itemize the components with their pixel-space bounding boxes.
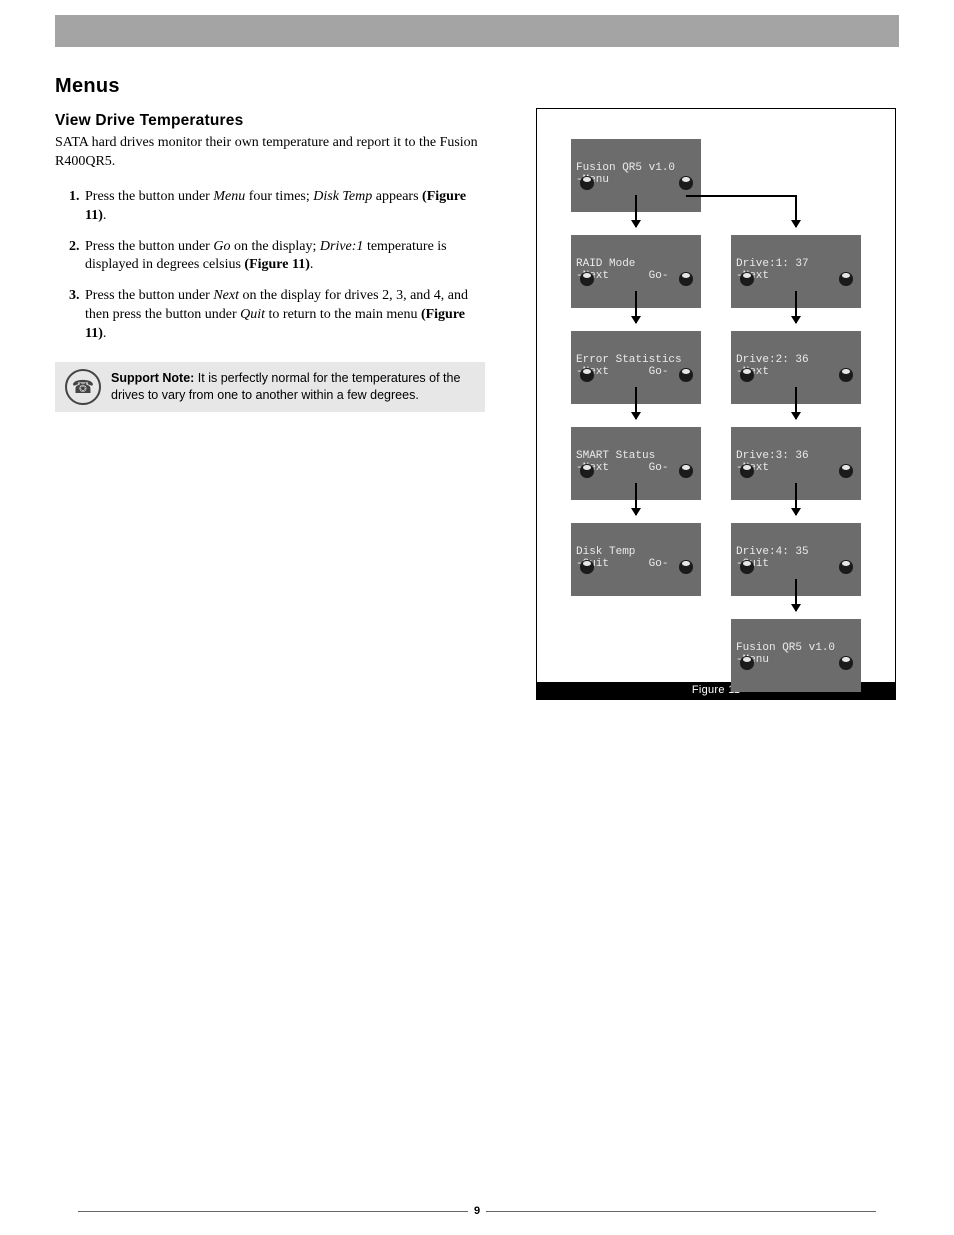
step-1: Press the button under Menu four times; … [83, 188, 485, 226]
button-icon [679, 464, 693, 478]
arrow-down-icon [795, 195, 797, 227]
arrow-down-icon [795, 387, 797, 419]
button-icon [740, 656, 754, 670]
button-icon [740, 560, 754, 574]
support-note: ☎ Support Note: It is perfectly normal f… [55, 362, 485, 412]
arrow-down-icon [635, 291, 637, 323]
button-icon [839, 560, 853, 574]
button-icon [580, 176, 594, 190]
button-icon [580, 464, 594, 478]
button-icon [580, 272, 594, 286]
button-icon [679, 176, 693, 190]
button-icon [580, 560, 594, 574]
header-bar [55, 15, 899, 47]
arrow-down-icon [635, 483, 637, 515]
button-icon [839, 368, 853, 382]
button-icon [679, 272, 693, 286]
heading-main: Menus [55, 75, 485, 98]
arrow-down-icon [635, 195, 637, 227]
arrow-down-icon [795, 291, 797, 323]
step-3: Press the button under Next on the displ… [83, 287, 485, 344]
figure-11: Fusion QR5 v1.0-Menu RAID Mode-Next Go- … [536, 108, 896, 700]
button-icon [839, 656, 853, 670]
button-icon [839, 464, 853, 478]
button-icon [740, 464, 754, 478]
button-icon [839, 272, 853, 286]
phone-icon: ☎ [65, 369, 101, 405]
heading-sub: View Drive Temperatures [55, 112, 485, 130]
button-icon [740, 368, 754, 382]
button-icon [740, 272, 754, 286]
step-2: Press the button under Go on the display… [83, 238, 485, 276]
steps-list: Press the button under Menu four times; … [55, 188, 485, 344]
arrow-down-icon [635, 387, 637, 419]
button-icon [679, 368, 693, 382]
arrow-down-icon [795, 483, 797, 515]
page-number: 9 [0, 1205, 954, 1217]
button-icon [679, 560, 693, 574]
arrow-down-icon [795, 579, 797, 611]
intro-paragraph: SATA hard drives monitor their own tempe… [55, 134, 485, 172]
support-note-text: Support Note: It is perfectly normal for… [111, 370, 475, 404]
connector-line [686, 195, 796, 197]
button-icon [580, 368, 594, 382]
